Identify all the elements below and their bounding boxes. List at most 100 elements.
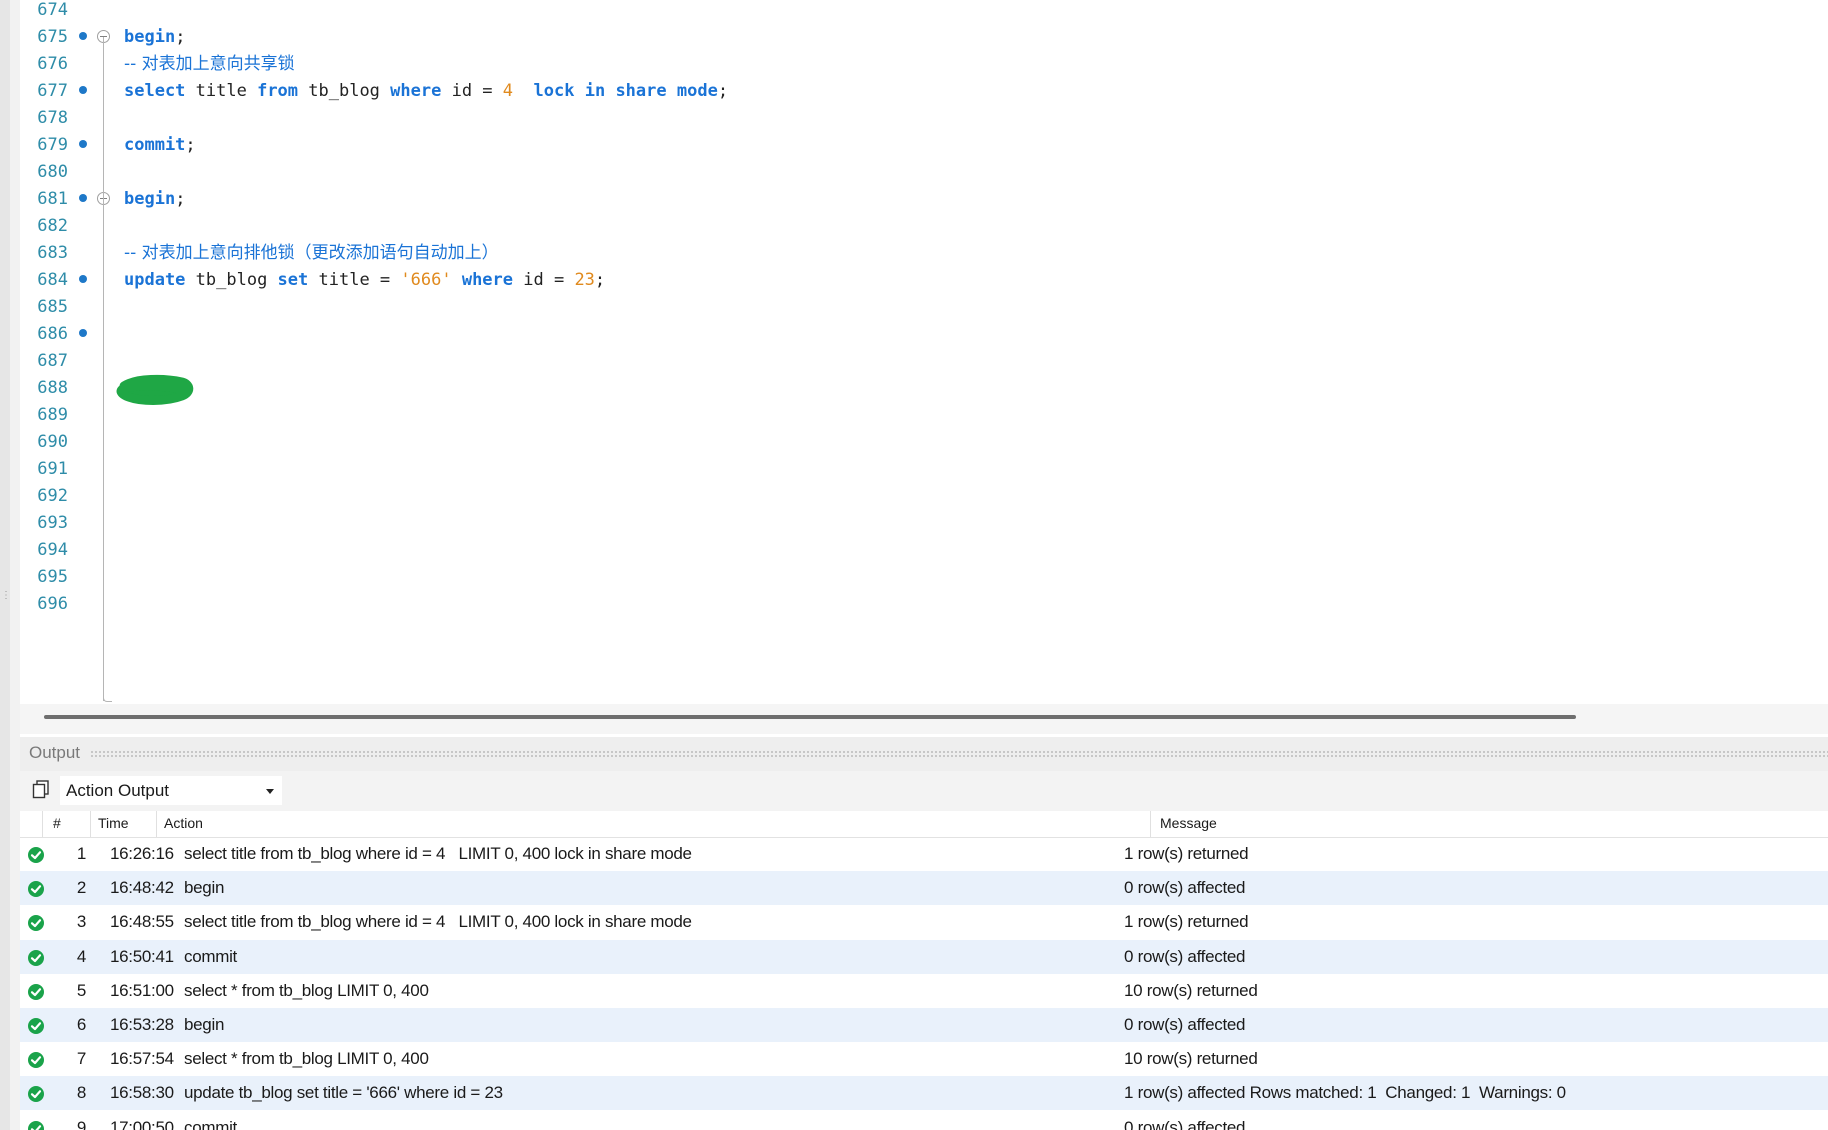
code-token: begin	[124, 189, 176, 209]
row-time: 16:51:00	[110, 980, 174, 1000]
row-number: 5	[76, 980, 86, 1000]
col-header-action[interactable]: Action	[164, 815, 203, 831]
window-left-edge: ⋮	[0, 0, 20, 1130]
table-row[interactable]: 6 16:53:28 begin 0 row(s) affected	[20, 1008, 1828, 1042]
code-token: where	[461, 270, 514, 290]
check-circle-icon	[27, 1085, 45, 1103]
check-circle-icon	[27, 846, 45, 864]
code-token: '666'	[400, 270, 452, 290]
code-token: lock	[533, 81, 575, 101]
row-message: 1 row(s) returned	[1124, 912, 1249, 932]
table-row[interactable]: 3 16:48:55 select title from tb_blog where…	[20, 905, 1828, 939]
check-circle-icon	[27, 983, 45, 1001]
code-token: tb_blog	[185, 270, 278, 290]
row-message: 1 row(s) affected Rows matched: 1 Change…	[1124, 1083, 1566, 1103]
code-token: in	[584, 81, 606, 101]
row-message: 10 row(s) returned	[1124, 1049, 1258, 1069]
row-action: commit	[184, 1117, 237, 1130]
chevron-down-icon[interactable]	[266, 789, 274, 794]
code-token: share	[615, 81, 667, 101]
check-circle-icon	[27, 1017, 45, 1035]
col-header-message[interactable]: Message	[1160, 815, 1217, 831]
table-row[interactable]: 9 17:00:50 commit 0 row(s) affected	[20, 1111, 1828, 1130]
output-type-select[interactable]: Action Output	[60, 776, 282, 805]
row-message: 10 row(s) returned	[1124, 980, 1258, 1000]
statement-marker-icon	[79, 86, 87, 94]
row-action: select * from tb_blog LIMIT 0, 400	[184, 1049, 429, 1069]
code-token: mode	[676, 81, 718, 101]
scrollbar-thumb[interactable]	[44, 715, 1576, 719]
action-output-table: # Time Action Message 1 16:26:16 select ti…	[20, 811, 1828, 1130]
table-row[interactable]: 2 16:48:42 begin 0 row(s) affected	[20, 871, 1828, 906]
code-line[interactable]: 696	[20, 589, 1828, 620]
row-number: 8	[76, 1083, 86, 1103]
row-message: 0 row(s) affected	[1124, 1015, 1246, 1034]
col-header-num[interactable]: #	[53, 815, 61, 831]
code-token: title =	[308, 270, 401, 290]
column-separator[interactable]	[156, 811, 157, 837]
output-type-value: Action Output	[66, 781, 170, 800]
column-separator[interactable]	[42, 811, 43, 837]
row-time: 16:57:54	[110, 1049, 174, 1069]
row-number: 6	[76, 1015, 86, 1034]
table-row[interactable]: 7 16:57:54 select * from tb_blog LIMIT 0, …	[20, 1042, 1828, 1076]
row-time: 16:48:55	[110, 912, 174, 932]
code-token: where	[390, 81, 442, 101]
check-circle-icon	[27, 880, 45, 898]
code-token: select	[124, 81, 186, 101]
row-number: 7	[76, 1049, 86, 1069]
editor-horizontal-scrollbar[interactable]	[20, 704, 1828, 734]
statement-marker-icon	[79, 194, 87, 202]
fold-guide-end	[103, 696, 112, 702]
row-message: 1 row(s) returned	[1124, 844, 1249, 863]
table-row[interactable]: 5 16:51:00 select * from tb_blog LIMIT 0, …	[20, 974, 1828, 1008]
code-token: id =	[513, 270, 575, 290]
code-token: commit	[124, 135, 186, 155]
resize-grip-icon[interactable]: ⋮	[1, 590, 11, 601]
code-token: begin	[124, 27, 176, 47]
row-number: 1	[76, 844, 86, 863]
side-panel-strip[interactable]	[0, 0, 10, 1130]
check-circle-icon	[27, 949, 45, 967]
row-time: 16:26:16	[110, 844, 174, 863]
output-title: Output	[29, 743, 81, 762]
code-token: title	[185, 81, 258, 101]
redaction-scribble	[116, 374, 194, 405]
sql-editor[interactable]: 674 675 begin; 676 -- 对表加上意向共享锁 677 select tit…	[20, 0, 1828, 704]
row-action: begin	[184, 1015, 225, 1034]
row-time: 16:48:42	[110, 878, 174, 898]
statement-marker-icon	[79, 275, 87, 283]
row-message: 0 row(s) affected	[1124, 946, 1246, 966]
column-separator[interactable]	[90, 811, 91, 837]
col-header-time[interactable]: Time	[98, 815, 129, 831]
row-time: 16:50:41	[110, 946, 174, 966]
statement-marker-icon	[79, 140, 87, 148]
code-token: ;	[175, 189, 186, 209]
statement-marker-icon	[79, 32, 87, 40]
row-number: 4	[76, 946, 86, 966]
panel-drag-handle[interactable]	[90, 750, 1828, 758]
row-number: 9	[76, 1117, 86, 1130]
check-circle-icon	[27, 914, 45, 932]
code-token: ;	[185, 135, 196, 155]
row-action: update tb_blog set title = '666' where i…	[184, 1083, 503, 1103]
code-token: from	[257, 81, 299, 101]
copy-icon[interactable]	[31, 779, 51, 799]
code-token: ;	[594, 270, 606, 290]
code-token: 4	[502, 81, 514, 101]
column-separator[interactable]	[1150, 811, 1151, 837]
check-circle-icon	[27, 1051, 45, 1069]
row-time: 16:58:30	[110, 1083, 174, 1103]
table-row[interactable]: 1 16:26:16 select title from tb_blog where…	[20, 837, 1828, 871]
table-row[interactable]: 4 16:50:41 commit 0 row(s) affected	[20, 939, 1828, 974]
line-number: 696	[37, 594, 68, 614]
output-panel-header: Output	[20, 737, 1828, 771]
row-time: 16:53:28	[110, 1015, 174, 1034]
check-circle-icon	[27, 1120, 45, 1130]
table-row[interactable]: 8 16:58:30 update tb_blog set title = '666…	[20, 1076, 1828, 1111]
row-action: select title from tb_blog where id = 4 L…	[184, 912, 692, 932]
